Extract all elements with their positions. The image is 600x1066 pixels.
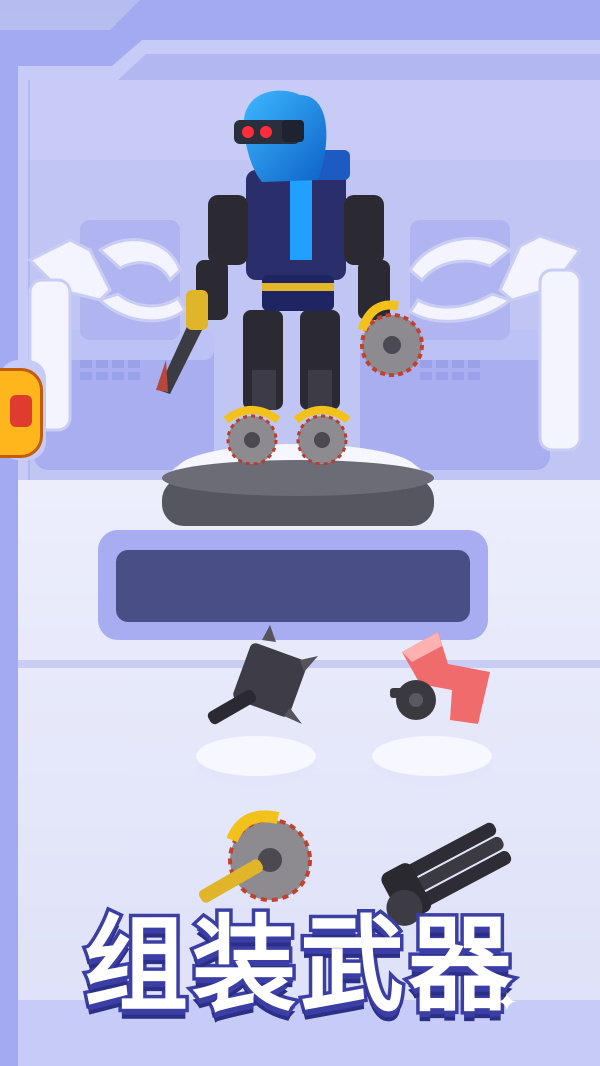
game-screen: 组装武器 ✦ <box>0 0 600 1066</box>
side-menu-badge[interactable] <box>0 368 43 458</box>
sparkle-icon: ✦ <box>496 988 518 1018</box>
side-menu-icon <box>10 395 32 427</box>
